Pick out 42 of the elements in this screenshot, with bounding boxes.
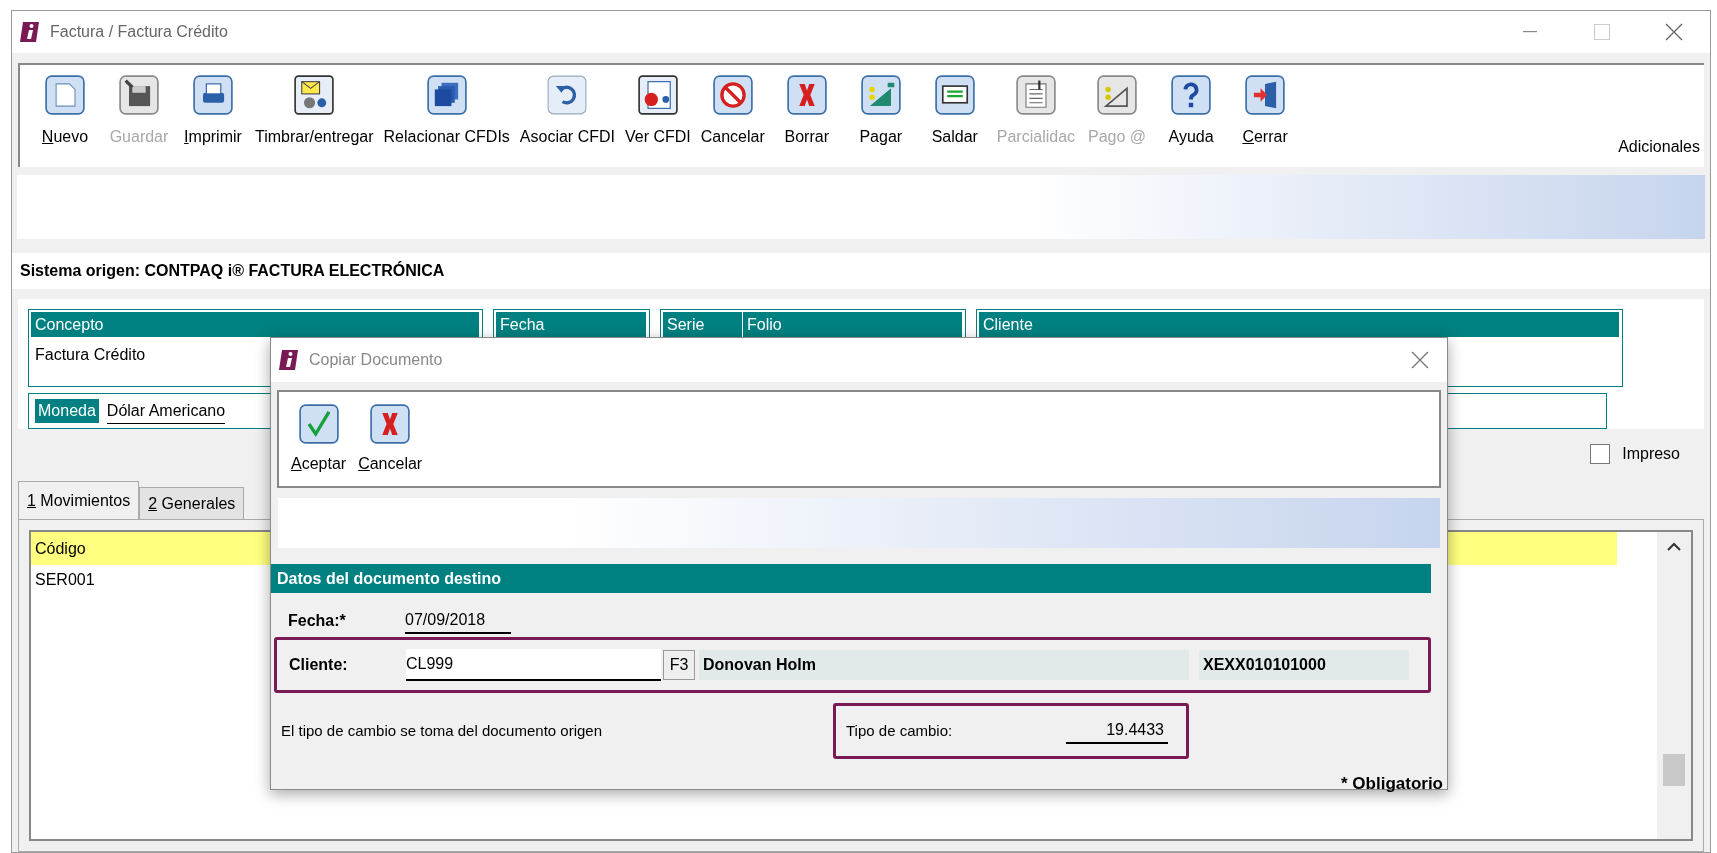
exchange-rate-field[interactable]: 19.4433 <box>1066 718 1168 744</box>
currency-field[interactable]: Dólar Americano <box>106 398 226 424</box>
toolbar-button[interactable]: Asociar CFDI <box>514 75 620 149</box>
column-header: Concepto <box>31 312 480 337</box>
lookup-button[interactable]: F3 <box>663 650 695 680</box>
column-header: Serie <box>663 312 743 337</box>
toolbar-button[interactable]: Borrar <box>769 75 844 149</box>
toolbar-button[interactable]: Timbrar/entregar <box>250 75 379 149</box>
window-title: Factura / Factura Crédito <box>50 22 228 42</box>
client-code-field[interactable]: CL999 <box>406 649 661 681</box>
exchange-rate-note: El tipo de cambio se toma del documento origen <box>281 720 604 741</box>
additional-menu-button[interactable]: Adicionales <box>1618 135 1700 159</box>
column-header: Cliente <box>979 312 1620 337</box>
client-name-field: Donovan Holm <box>699 650 1189 680</box>
section-title: Datos del documento destino <box>277 568 501 589</box>
toolbar-button[interactable]: Ayuda <box>1154 75 1229 149</box>
column-header: Folio <box>743 312 963 337</box>
toolbar-button[interactable]: Cancelar <box>695 75 770 149</box>
toolbar-button[interactable]: Nuevo <box>28 75 102 149</box>
toolbar-button[interactable]: Cerrar <box>1228 75 1303 149</box>
source-system-label: Sistema origen: CONTPAQ i® FACTURA ELECTRÓNICA <box>20 260 445 281</box>
toolbar-button[interactable]: Relacionar CFDIs <box>378 75 515 149</box>
currency-label: Moneda <box>35 399 99 423</box>
concept-value: Factura Crédito <box>34 345 147 365</box>
field-label: Fecha:* <box>288 611 347 631</box>
field-label: Tipo de cambio: <box>846 720 954 741</box>
toolbar-button[interactable]: Imprimir <box>176 75 250 149</box>
dialog-title: Copiar Documento <box>309 350 443 370</box>
field-label: Cliente: <box>289 655 349 675</box>
toolbar-button[interactable]: Pagar <box>843 75 918 149</box>
tab[interactable]: 1 Movimientos <box>18 481 140 519</box>
client-rfc-field: XEXX010101000 <box>1199 650 1409 680</box>
checkbox-label: Impreso <box>1622 444 1680 464</box>
toolbar-button[interactable]: Ver CFDI <box>619 75 696 149</box>
required-note: * Obligatorio <box>1341 773 1443 795</box>
date-field[interactable]: 07/09/2018 <box>405 608 511 634</box>
toolbar-button[interactable]: Aceptar <box>291 404 347 476</box>
column-header: Fecha <box>496 312 647 337</box>
tab[interactable]: 2 Generales <box>139 487 245 519</box>
toolbar-button[interactable]: Cancelar <box>358 404 423 476</box>
toolbar-button[interactable]: Saldar <box>917 75 992 149</box>
table-cell-text: SER001 <box>34 570 96 590</box>
